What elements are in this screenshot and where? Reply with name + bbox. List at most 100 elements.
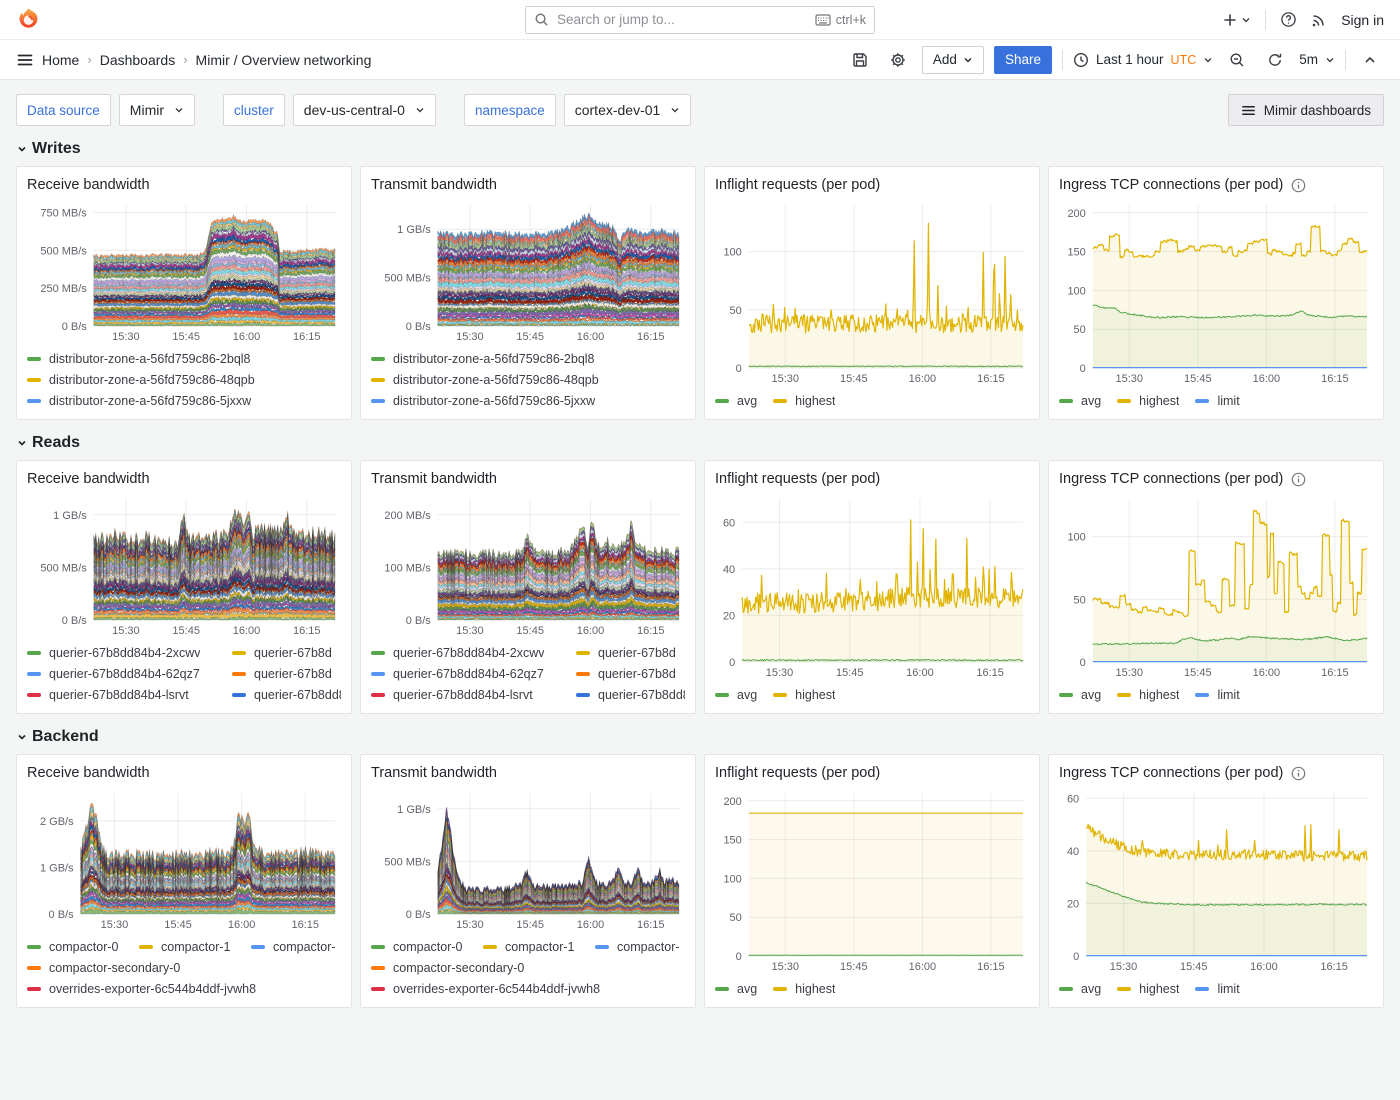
legend-item[interactable]: compactor-0	[371, 940, 483, 954]
chart-area[interactable]: 0 B/s500 MB/s1 GB/s15:3015:4516:0016:15	[27, 491, 341, 640]
legend-item[interactable]: distributor-zone-a-56fd759c86-5jxxw	[27, 394, 251, 408]
refresh-interval-picker[interactable]: 5m	[1299, 52, 1335, 67]
legend-item[interactable]: querier-67b8dd84b4-lsrvt	[27, 688, 232, 702]
zoom-out-button[interactable]	[1223, 46, 1251, 74]
legend-item[interactable]: distributor-zone-a-56fd759c86-48qpb	[371, 373, 599, 387]
chart-canvas[interactable]: 05010015020015:3015:4516:0016:15	[1059, 197, 1373, 388]
grafana-logo[interactable]	[16, 7, 41, 32]
legend-item[interactable]: compactor-0	[27, 940, 139, 954]
legend-item[interactable]: avg	[715, 394, 757, 408]
panel-title[interactable]: Receive bandwidth	[27, 471, 150, 487]
legend-item[interactable]: highest	[1117, 394, 1179, 408]
breadcrumb-dashboards[interactable]: Dashboards	[100, 52, 176, 68]
legend-item[interactable]: querier-67b8dd8	[232, 688, 341, 702]
panel-title[interactable]: Inflight requests (per pod)	[715, 765, 880, 781]
legend-item[interactable]: distributor-zone-a-56fd759c86-2bql8	[371, 352, 595, 366]
breadcrumb-home[interactable]: Home	[42, 52, 79, 68]
datasource-dropdown[interactable]: Mimir	[119, 94, 195, 126]
chart-canvas[interactable]: 05010015020015:3015:4516:0016:15	[715, 785, 1029, 976]
section-header-backend[interactable]: Backend	[16, 728, 1384, 746]
chart-canvas[interactable]: 0 B/s500 MB/s1 GB/s15:3015:4516:0016:15	[27, 491, 341, 640]
chart-area[interactable]: 020406015:3015:4516:0016:15	[715, 491, 1029, 682]
refresh-button[interactable]	[1261, 46, 1289, 74]
chart-canvas[interactable]: 0 B/s1 GB/s2 GB/s15:3015:4516:0016:15	[27, 785, 341, 934]
legend-item[interactable]: compactor-secondary-0	[27, 961, 180, 975]
info-icon[interactable]	[1291, 472, 1306, 487]
chart-canvas[interactable]: 05010015:3015:4516:0016:15	[715, 197, 1029, 388]
chart-area[interactable]: 020406015:3015:4516:0016:15	[1059, 785, 1373, 976]
time-range-picker[interactable]: Last 1 hour UTC	[1073, 52, 1213, 68]
cluster-label[interactable]: cluster	[223, 94, 285, 126]
chart-area[interactable]: 0 B/s250 MB/s500 MB/s750 MB/s15:3015:451…	[27, 197, 341, 346]
legend-item[interactable]: querier-67b8d	[232, 667, 332, 681]
legend-item[interactable]: highest	[773, 394, 835, 408]
chart-area[interactable]: 0 B/s1 GB/s2 GB/s15:3015:4516:0016:15	[27, 785, 341, 934]
legend-item[interactable]: compactor-secondary-0	[371, 961, 524, 975]
legend-item[interactable]: compactor-	[251, 940, 336, 954]
legend-item[interactable]: querier-67b8d	[576, 667, 676, 681]
chart-area[interactable]: 05010015020015:3015:4516:0016:15	[1059, 197, 1373, 388]
legend-item[interactable]: compactor-	[595, 940, 680, 954]
help-button[interactable]	[1280, 11, 1297, 28]
panel-title[interactable]: Receive bandwidth	[27, 177, 150, 193]
menu-icon[interactable]	[16, 51, 34, 69]
legend-item[interactable]: distributor-zone-a-56fd759c86-5jxxw	[371, 394, 595, 408]
chart-area[interactable]: 0 B/s500 MB/s1 GB/s15:3015:4516:0016:15	[371, 785, 685, 934]
panel-title[interactable]: Inflight requests (per pod)	[715, 177, 880, 193]
legend-item[interactable]: limit	[1195, 688, 1239, 702]
chart-canvas[interactable]: 0 B/s500 MB/s1 GB/s15:3015:4516:0016:15	[371, 197, 685, 346]
namespace-dropdown[interactable]: cortex-dev-01	[564, 94, 692, 126]
search-input[interactable]	[557, 12, 807, 27]
legend-item[interactable]: highest	[1117, 688, 1179, 702]
legend-item[interactable]: querier-67b8dd84b4-2xcwv	[371, 646, 576, 660]
namespace-label[interactable]: namespace	[464, 94, 556, 126]
legend-item[interactable]: querier-67b8dd84b4-lsrvt	[371, 688, 576, 702]
legend-item[interactable]: distributor-zone-a-56fd759c86-2bql8	[27, 352, 251, 366]
chart-area[interactable]: 05010015020015:3015:4516:0016:15	[715, 785, 1029, 976]
datasource-label[interactable]: Data source	[16, 94, 111, 126]
chart-canvas[interactable]: 0 B/s500 MB/s1 GB/s15:3015:4516:0016:15	[371, 785, 685, 934]
section-header-reads[interactable]: Reads	[16, 434, 1384, 452]
legend-item[interactable]: querier-67b8d	[232, 646, 332, 660]
chart-canvas[interactable]: 0 B/s100 MB/s200 MB/s15:3015:4516:0016:1…	[371, 491, 685, 640]
legend-item[interactable]: compactor-1	[483, 940, 595, 954]
legend-item[interactable]: highest	[1117, 982, 1179, 996]
info-icon[interactable]	[1291, 178, 1306, 193]
panel-title[interactable]: Ingress TCP connections (per pod)	[1059, 471, 1283, 487]
chart-canvas[interactable]: 020406015:3015:4516:0016:15	[715, 491, 1029, 682]
legend-item[interactable]: distributor-zone-a-56fd759c86-48qpb	[27, 373, 255, 387]
panel-title[interactable]: Ingress TCP connections (per pod)	[1059, 177, 1283, 193]
legend-item[interactable]: compactor-1	[139, 940, 251, 954]
panel-title[interactable]: Transmit bandwidth	[371, 765, 497, 781]
sign-in-link[interactable]: Sign in	[1341, 12, 1384, 28]
legend-item[interactable]: querier-67b8dd84b4-62qz7	[27, 667, 232, 681]
chart-area[interactable]: 0 B/s100 MB/s200 MB/s15:3015:4516:0016:1…	[371, 491, 685, 640]
cluster-dropdown[interactable]: dev-us-central-0	[293, 94, 436, 126]
legend-item[interactable]: avg	[715, 982, 757, 996]
search-bar[interactable]: ctrl+k	[525, 6, 875, 34]
chart-canvas[interactable]: 020406015:3015:4516:0016:15	[1059, 785, 1373, 976]
panel-title[interactable]: Ingress TCP connections (per pod)	[1059, 765, 1283, 781]
legend-item[interactable]: limit	[1195, 982, 1239, 996]
legend-item[interactable]: highest	[773, 982, 835, 996]
legend-item[interactable]: avg	[1059, 688, 1101, 702]
legend-item[interactable]: avg	[715, 688, 757, 702]
legend-item[interactable]: overrides-exporter-6c544b4ddf-jvwh8	[27, 982, 256, 996]
legend-item[interactable]: querier-67b8dd84b4-2xcwv	[27, 646, 232, 660]
dashboard-settings-button[interactable]	[884, 46, 912, 74]
panel-title[interactable]: Receive bandwidth	[27, 765, 150, 781]
chart-area[interactable]: 0 B/s500 MB/s1 GB/s15:3015:4516:0016:15	[371, 197, 685, 346]
add-panel-button[interactable]: Add	[922, 46, 984, 74]
panel-title[interactable]: Inflight requests (per pod)	[715, 471, 880, 487]
collapse-toolbar-button[interactable]	[1356, 46, 1384, 74]
legend-item[interactable]: querier-67b8dd84b4-62qz7	[371, 667, 576, 681]
chart-canvas[interactable]: 0 B/s250 MB/s500 MB/s750 MB/s15:3015:451…	[27, 197, 341, 346]
share-button[interactable]: Share	[994, 46, 1052, 74]
info-icon[interactable]	[1291, 766, 1306, 781]
chart-area[interactable]: 05010015:3015:4516:0016:15	[715, 197, 1029, 388]
add-new-button[interactable]	[1222, 12, 1251, 28]
legend-item[interactable]: highest	[773, 688, 835, 702]
legend-item[interactable]: avg	[1059, 982, 1101, 996]
section-header-writes[interactable]: Writes	[16, 140, 1384, 158]
panel-title[interactable]: Transmit bandwidth	[371, 177, 497, 193]
